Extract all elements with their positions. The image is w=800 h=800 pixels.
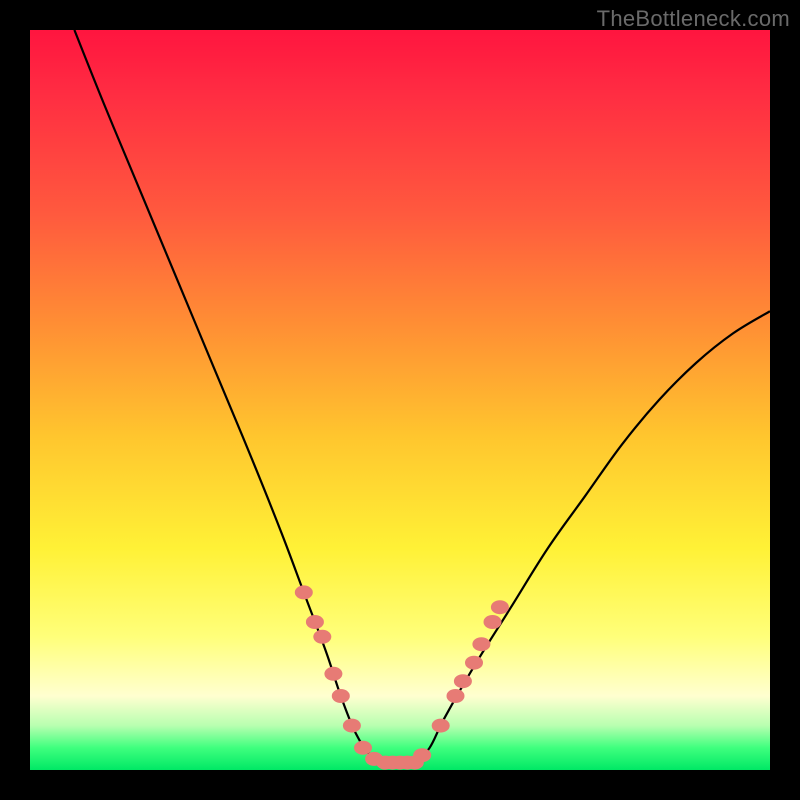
marker-point <box>343 719 361 733</box>
marker-point <box>413 748 431 762</box>
marker-point <box>491 600 509 614</box>
marker-point <box>465 656 483 670</box>
marker-point <box>472 637 490 651</box>
bottleneck-curve <box>74 30 770 764</box>
marker-point <box>432 719 450 733</box>
marker-group <box>295 585 509 769</box>
marker-point <box>313 630 331 644</box>
marker-point <box>295 585 313 599</box>
marker-point <box>332 689 350 703</box>
marker-point <box>447 689 465 703</box>
watermark-text: TheBottleneck.com <box>597 6 790 32</box>
marker-point <box>324 667 342 681</box>
marker-point <box>306 615 324 629</box>
chart-svg <box>30 30 770 770</box>
marker-point <box>484 615 502 629</box>
marker-point <box>454 674 472 688</box>
marker-point <box>354 741 372 755</box>
chart-frame: TheBottleneck.com <box>0 0 800 800</box>
chart-plot-area <box>30 30 770 770</box>
